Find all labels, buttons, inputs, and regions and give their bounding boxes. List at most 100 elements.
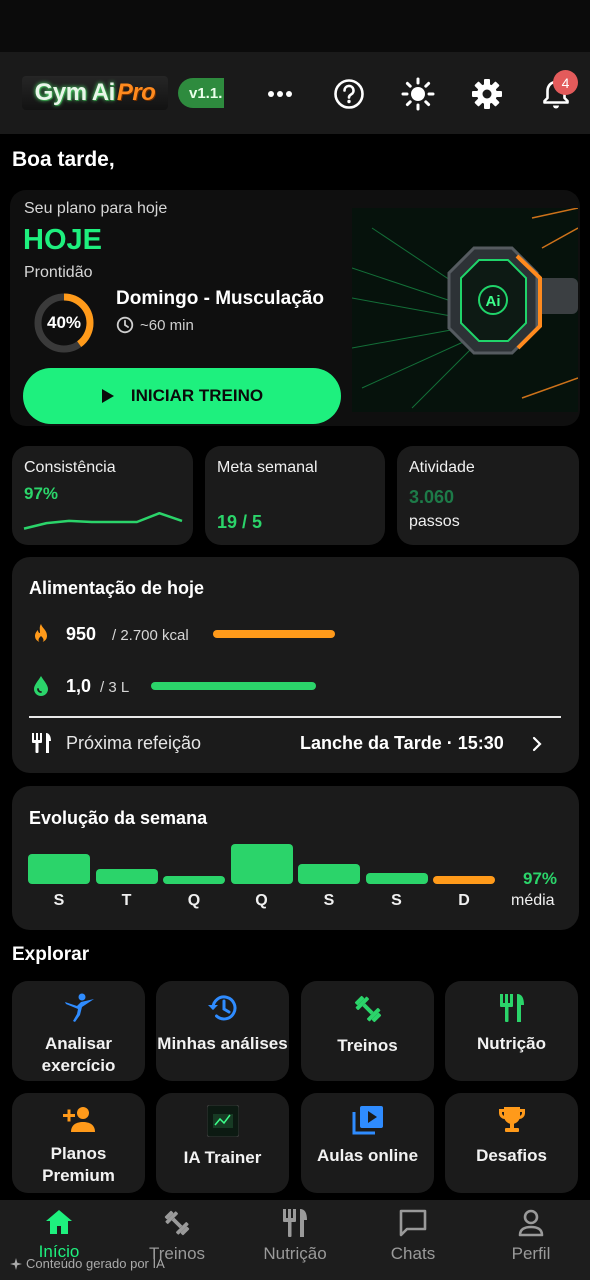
- tile-premium-plans[interactable]: Planos Premium: [12, 1093, 145, 1193]
- tile-challenges[interactable]: Desafios: [445, 1093, 578, 1193]
- consistency-sparkline: [23, 511, 183, 530]
- dumbbell-icon: [164, 1210, 190, 1236]
- activity-title: Atividade: [409, 459, 475, 476]
- app-logo: Gym Ai Pro: [22, 76, 168, 110]
- week-day-label: Q: [255, 892, 268, 909]
- water-value: 1,0: [66, 676, 92, 696]
- tile-label: Desafios: [476, 1146, 547, 1165]
- home-icon: [46, 1210, 72, 1234]
- week-day-label: S: [53, 892, 65, 909]
- nav-item-home[interactable]: Início: [0, 1208, 118, 1262]
- readiness-label: Prontidão: [24, 264, 93, 281]
- ai-generated-note: Conteúdo gerado por IA: [10, 1256, 165, 1271]
- sparkle-icon: [10, 1257, 22, 1270]
- more-dots-icon: [268, 91, 292, 97]
- tile-online-classes[interactable]: Aulas online: [301, 1093, 434, 1193]
- nav-item-profile[interactable]: Perfil: [472, 1208, 590, 1264]
- svg-text:Ai: Ai: [486, 293, 501, 310]
- week-day-label: Q: [187, 892, 201, 909]
- settings-button[interactable]: [465, 72, 509, 116]
- version-badge: v1.1.: [178, 78, 224, 108]
- tile-ia-trainer[interactable]: IA Trainer: [156, 1093, 289, 1193]
- theme-toggle-button[interactable]: [396, 72, 440, 116]
- gear-icon: [472, 79, 502, 109]
- tile-label: IA Trainer: [183, 1148, 262, 1167]
- tile-nutrition[interactable]: Nutrição: [445, 981, 578, 1081]
- kick-icon: [64, 993, 94, 1022]
- calories-value: 950: [66, 624, 97, 644]
- nav-label-profile: Perfil: [511, 1244, 551, 1263]
- week-day-label: S: [391, 892, 402, 909]
- chat-bubble-icon: [399, 1209, 427, 1237]
- notification-badge: 4: [553, 70, 578, 95]
- start-workout-button[interactable]: INICIAR TREINO: [23, 368, 341, 424]
- week-bar: [95, 869, 158, 884]
- clock-icon: [116, 316, 134, 334]
- consistency-title: Consistência: [24, 459, 116, 476]
- water-total: / 3 L: [100, 679, 130, 696]
- tile-label: Minhas análises: [157, 1034, 288, 1053]
- nav-item-chats[interactable]: Chats: [354, 1208, 472, 1264]
- week-average-value: 97%: [523, 869, 558, 888]
- sun-icon: [401, 77, 435, 111]
- week-bar: [163, 876, 225, 884]
- next-meal-value: Lanche da Tarde · 15:30: [300, 733, 504, 753]
- more-options-button[interactable]: [258, 72, 302, 116]
- activity-value: 3.060: [409, 487, 455, 507]
- help-button[interactable]: [327, 72, 371, 116]
- tile-label: Analisar exercício: [41, 1034, 116, 1075]
- plan-title: HOJE: [23, 224, 102, 256]
- water-progress-bar: [151, 682, 316, 690]
- activity-unit: passos: [409, 513, 460, 530]
- greeting: Boa tarde,: [12, 148, 115, 171]
- week-bar: [298, 864, 360, 884]
- week-bar: [230, 844, 293, 884]
- status-bar: [0, 0, 590, 52]
- workout-duration-text: ~60 min: [140, 316, 194, 334]
- explore-title: Explorar: [12, 944, 90, 965]
- flame-icon: [35, 624, 47, 643]
- logo-main: Gym Ai: [34, 79, 116, 106]
- week-bar: [28, 854, 90, 884]
- readiness-value: 40%: [46, 313, 82, 332]
- utensils-icon: [499, 994, 524, 1022]
- trophy-icon: [498, 1107, 525, 1132]
- utensils-icon: [283, 1209, 307, 1237]
- nav-label-chats: Chats: [390, 1244, 436, 1263]
- week-day-label: D: [458, 892, 470, 909]
- plan-subtitle: Seu plano para hoje: [24, 200, 168, 217]
- nav-item-nutrition[interactable]: Nutrição: [236, 1208, 354, 1264]
- weekly-goal-value: 19 / 5: [217, 512, 263, 532]
- consistency-value: 97%: [24, 484, 59, 503]
- tile-label: Aulas online: [316, 1146, 419, 1165]
- week-day-label: S: [323, 892, 335, 909]
- dumbbell-icon: [354, 995, 381, 1023]
- tile-label: Treinos: [337, 1036, 398, 1055]
- nav-label-nutrition: Nutrição: [263, 1244, 327, 1263]
- person-icon: [518, 1209, 544, 1237]
- video-library-icon: [352, 1106, 383, 1135]
- workout-duration: ~60 min: [116, 316, 194, 334]
- week-bar: [433, 876, 495, 884]
- calories-total: / 2.700 kcal: [112, 627, 189, 644]
- calories-progress-bar: [213, 630, 335, 638]
- help-icon: [334, 79, 364, 109]
- weekly-goal-title: Meta semanal: [217, 459, 318, 476]
- divider: [29, 716, 561, 718]
- ai-trainer-thumbnail: [206, 1105, 239, 1137]
- ai-note-text: Conteúdo gerado por IA: [26, 1256, 165, 1271]
- water-drop-icon: [34, 676, 48, 696]
- person-add-icon: [62, 1107, 95, 1132]
- week-average-label: média: [511, 892, 555, 909]
- tile-analyze-exercise[interactable]: Analisar exercício: [12, 981, 145, 1081]
- play-icon: [101, 389, 114, 403]
- next-meal-label: Próxima refeição: [66, 733, 202, 753]
- workout-title: Domingo - Musculação: [116, 288, 324, 309]
- tile-label: Planos Premium: [42, 1144, 115, 1185]
- week-bar: [365, 873, 428, 884]
- week-title: Evolução da semana: [29, 808, 208, 828]
- ai-dumbbell-hero-image: Ai: [352, 208, 578, 412]
- chevron-right-icon: [532, 736, 542, 752]
- tile-my-analyses[interactable]: Minhas análises: [156, 981, 289, 1081]
- tile-workouts[interactable]: Treinos: [301, 981, 434, 1081]
